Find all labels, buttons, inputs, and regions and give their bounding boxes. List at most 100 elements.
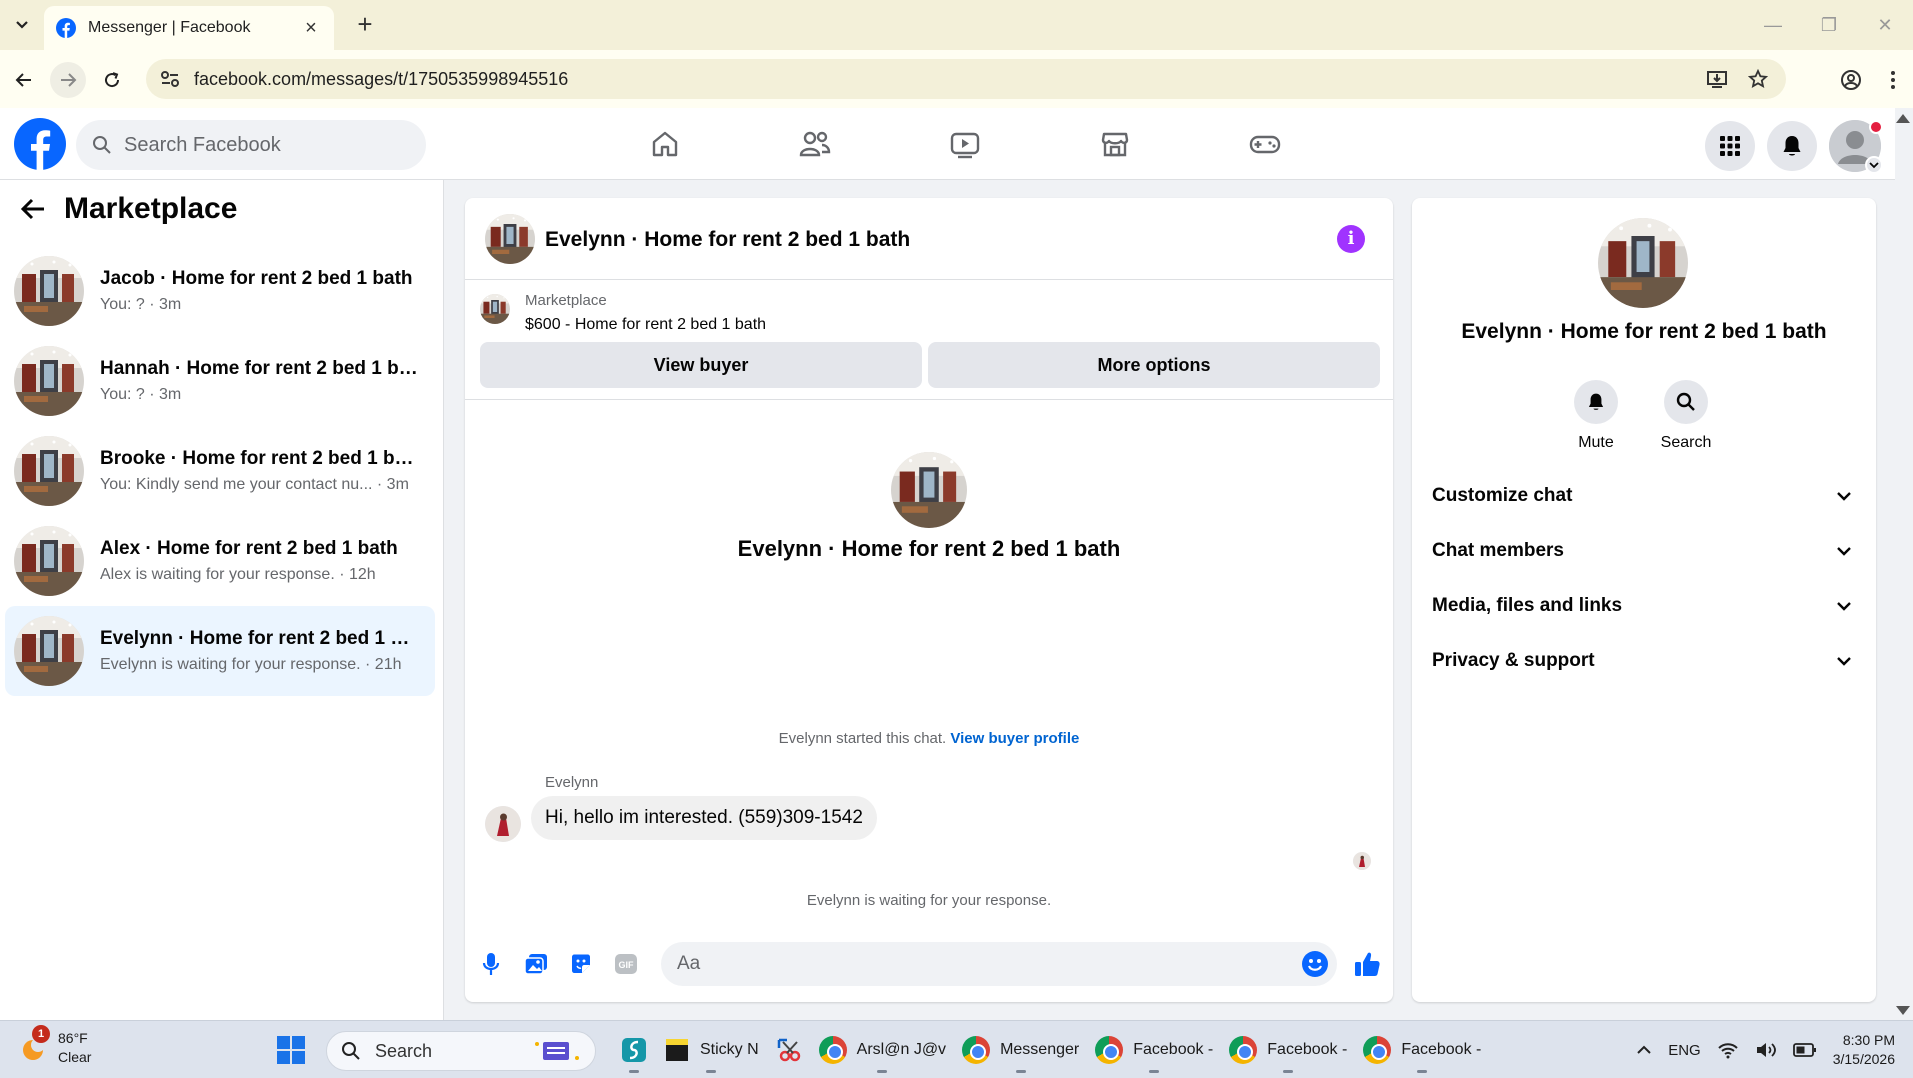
view-buyer-button[interactable]: View buyer <box>480 342 922 388</box>
volume-icon[interactable] <box>1755 1041 1777 1059</box>
search-in-chat-button[interactable] <box>1664 380 1708 424</box>
nav-friends[interactable] <box>740 108 890 180</box>
gif-button[interactable]: GIF <box>610 948 642 980</box>
nav-gaming[interactable] <box>1190 108 1340 180</box>
info-section-row[interactable]: Privacy & support <box>1432 633 1862 688</box>
message-input-box[interactable] <box>661 942 1337 986</box>
chat-avatar[interactable] <box>485 214 535 264</box>
taskbar-app-sticky-notes[interactable]: Sticky N <box>656 1027 767 1073</box>
restore-icon[interactable]: ❐ <box>1801 0 1857 50</box>
scroll-down-arrow[interactable] <box>1896 1006 1910 1015</box>
url-text[interactable]: facebook.com/messages/t/1750535998945516 <box>194 69 1706 90</box>
sticky-notes-icon <box>666 1039 688 1061</box>
profile-icon[interactable] <box>1833 62 1869 98</box>
forward-button[interactable] <box>50 62 86 98</box>
taskbar-search[interactable]: Search <box>326 1031 596 1071</box>
wifi-icon[interactable] <box>1717 1041 1739 1059</box>
windows-start-icon[interactable] <box>276 1035 306 1065</box>
info-section-row[interactable]: Customize chat <box>1432 468 1862 523</box>
back-arrow-icon[interactable] <box>20 197 46 221</box>
sticker-button[interactable] <box>565 948 597 980</box>
taskbar-app-facebook-1[interactable]: Facebook - <box>1087 1027 1221 1073</box>
friends-icon <box>799 131 831 157</box>
tab-search-button[interactable] <box>8 12 36 38</box>
site-settings-icon[interactable] <box>160 70 180 88</box>
conversation-preview: You: Kindly send me your contact nu... ·… <box>100 476 409 493</box>
conversation-item[interactable]: Alex · Home for rent 2 bed 1 bath Alex is… <box>5 516 435 606</box>
intro-avatar <box>891 452 967 528</box>
like-button[interactable] <box>1351 948 1383 980</box>
account-avatar[interactable] <box>1829 120 1883 174</box>
taskbar-app-facebook-3[interactable]: Facebook - <box>1355 1027 1489 1073</box>
listing-title[interactable]: $600 - Home for rent 2 bed 1 bath <box>525 316 766 334</box>
scroll-up-arrow[interactable] <box>1896 114 1910 123</box>
listing-thumbnail[interactable] <box>480 294 510 324</box>
window-controls: — ❐ ✕ <box>1745 0 1913 50</box>
conversation-item[interactable]: Hannah · Home for rent 2 bed 1 ba... You:… <box>5 336 435 426</box>
taskbar-app-chrome-arslan[interactable]: Arsl@n J@v <box>811 1027 954 1073</box>
info-section-label: Chat members <box>1432 539 1564 561</box>
system-clock[interactable]: 8:30 PM 3/15/2026 <box>1833 1031 1895 1069</box>
facebook-search[interactable] <box>76 120 426 170</box>
back-button[interactable] <box>6 62 42 98</box>
view-buyer-profile-link[interactable]: View buyer profile <box>950 730 1079 747</box>
chat-title[interactable]: Evelynn · Home for rent 2 bed 1 bath <box>545 228 910 252</box>
chevron-up-icon[interactable] <box>1636 1045 1652 1055</box>
browser-tab-active[interactable]: Messenger | Facebook × <box>44 6 334 50</box>
emoji-icon[interactable] <box>1301 950 1329 978</box>
battery-icon[interactable] <box>1792 1042 1817 1058</box>
taskbar-app-sketchbook[interactable] <box>612 1027 656 1073</box>
facebook-search-input[interactable] <box>124 133 374 157</box>
menu-button[interactable] <box>1705 121 1755 171</box>
kebab-menu-icon[interactable] <box>1883 62 1903 98</box>
message-bubble[interactable]: Hi, hello im interested. (559)309-1542 <box>531 796 877 840</box>
app-label-messenger: Messenger <box>1000 1041 1080 1058</box>
more-options-button[interactable]: More options <box>928 342 1380 388</box>
language-indicator[interactable]: ENG <box>1668 1042 1701 1059</box>
chevron-down-icon <box>16 21 28 29</box>
info-icon[interactable]: i <box>1337 225 1365 253</box>
conversation-item[interactable]: Jacob · Home for rent 2 bed 1 bath You: ?… <box>5 246 435 336</box>
taskbar-app-facebook-2[interactable]: Facebook - <box>1221 1027 1355 1073</box>
snipping-tool-icon <box>777 1038 800 1062</box>
nav-home[interactable] <box>590 108 740 180</box>
nav-marketplace[interactable] <box>1040 108 1190 180</box>
info-name: Evelynn · Home for rent 2 bed 1 bath <box>1461 320 1827 343</box>
nav-watch[interactable] <box>890 108 1040 180</box>
message-input[interactable] <box>677 953 1257 975</box>
window-close-icon[interactable]: ✕ <box>1857 0 1913 50</box>
address-bar[interactable]: facebook.com/messages/t/1750535998945516 <box>146 59 1786 99</box>
chevron-down-icon[interactable] <box>1865 156 1883 174</box>
taskbar-app-snipping-tool[interactable] <box>767 1027 811 1073</box>
sender-avatar[interactable] <box>485 806 521 842</box>
conversation-item[interactable]: Brooke · Home for rent 2 bed 1 bath You: … <box>5 426 435 516</box>
conversation-name: Jacob · Home for rent 2 bed 1 bath <box>100 268 413 289</box>
install-app-icon[interactable] <box>1706 69 1728 89</box>
weather-widget[interactable]: 1 86°F Clear <box>18 1025 91 1067</box>
chat-started-notice: Evelynn started this chat. View buyer pr… <box>465 730 1393 747</box>
bookmark-star-icon[interactable] <box>1748 69 1768 89</box>
search-action[interactable]: Search <box>1646 380 1726 452</box>
voice-clip-button[interactable] <box>475 948 507 980</box>
seen-indicator <box>1353 852 1371 870</box>
reload-button[interactable] <box>94 62 130 98</box>
info-avatar[interactable] <box>1598 218 1688 308</box>
conversation-preview: You: ? · 3m <box>100 296 182 313</box>
tab-close-icon[interactable]: × <box>300 17 322 40</box>
mute-button[interactable] <box>1574 380 1618 424</box>
listing-photo-icon <box>891 452 967 528</box>
info-section-row[interactable]: Media, files and links <box>1432 578 1862 633</box>
gif-icon: GIF <box>615 954 637 974</box>
minimize-icon[interactable]: — <box>1745 0 1801 50</box>
conversation-item[interactable]: Evelynn · Home for rent 2 bed 1 ba... Eve… <box>5 606 435 696</box>
chevron-down-icon <box>1837 491 1851 501</box>
notifications-button[interactable] <box>1767 121 1817 171</box>
taskbar-app-messenger[interactable]: Messenger <box>954 1027 1087 1073</box>
new-tab-button[interactable]: + <box>348 8 382 42</box>
intro-name: Evelynn · Home for rent 2 bed 1 bath <box>737 536 1121 561</box>
attach-media-button[interactable] <box>520 948 552 980</box>
grid-menu-icon <box>1720 136 1740 156</box>
info-section-row[interactable]: Chat members <box>1432 523 1862 578</box>
facebook-logo-icon[interactable] <box>14 118 66 170</box>
mute-action[interactable]: Mute <box>1556 380 1636 452</box>
